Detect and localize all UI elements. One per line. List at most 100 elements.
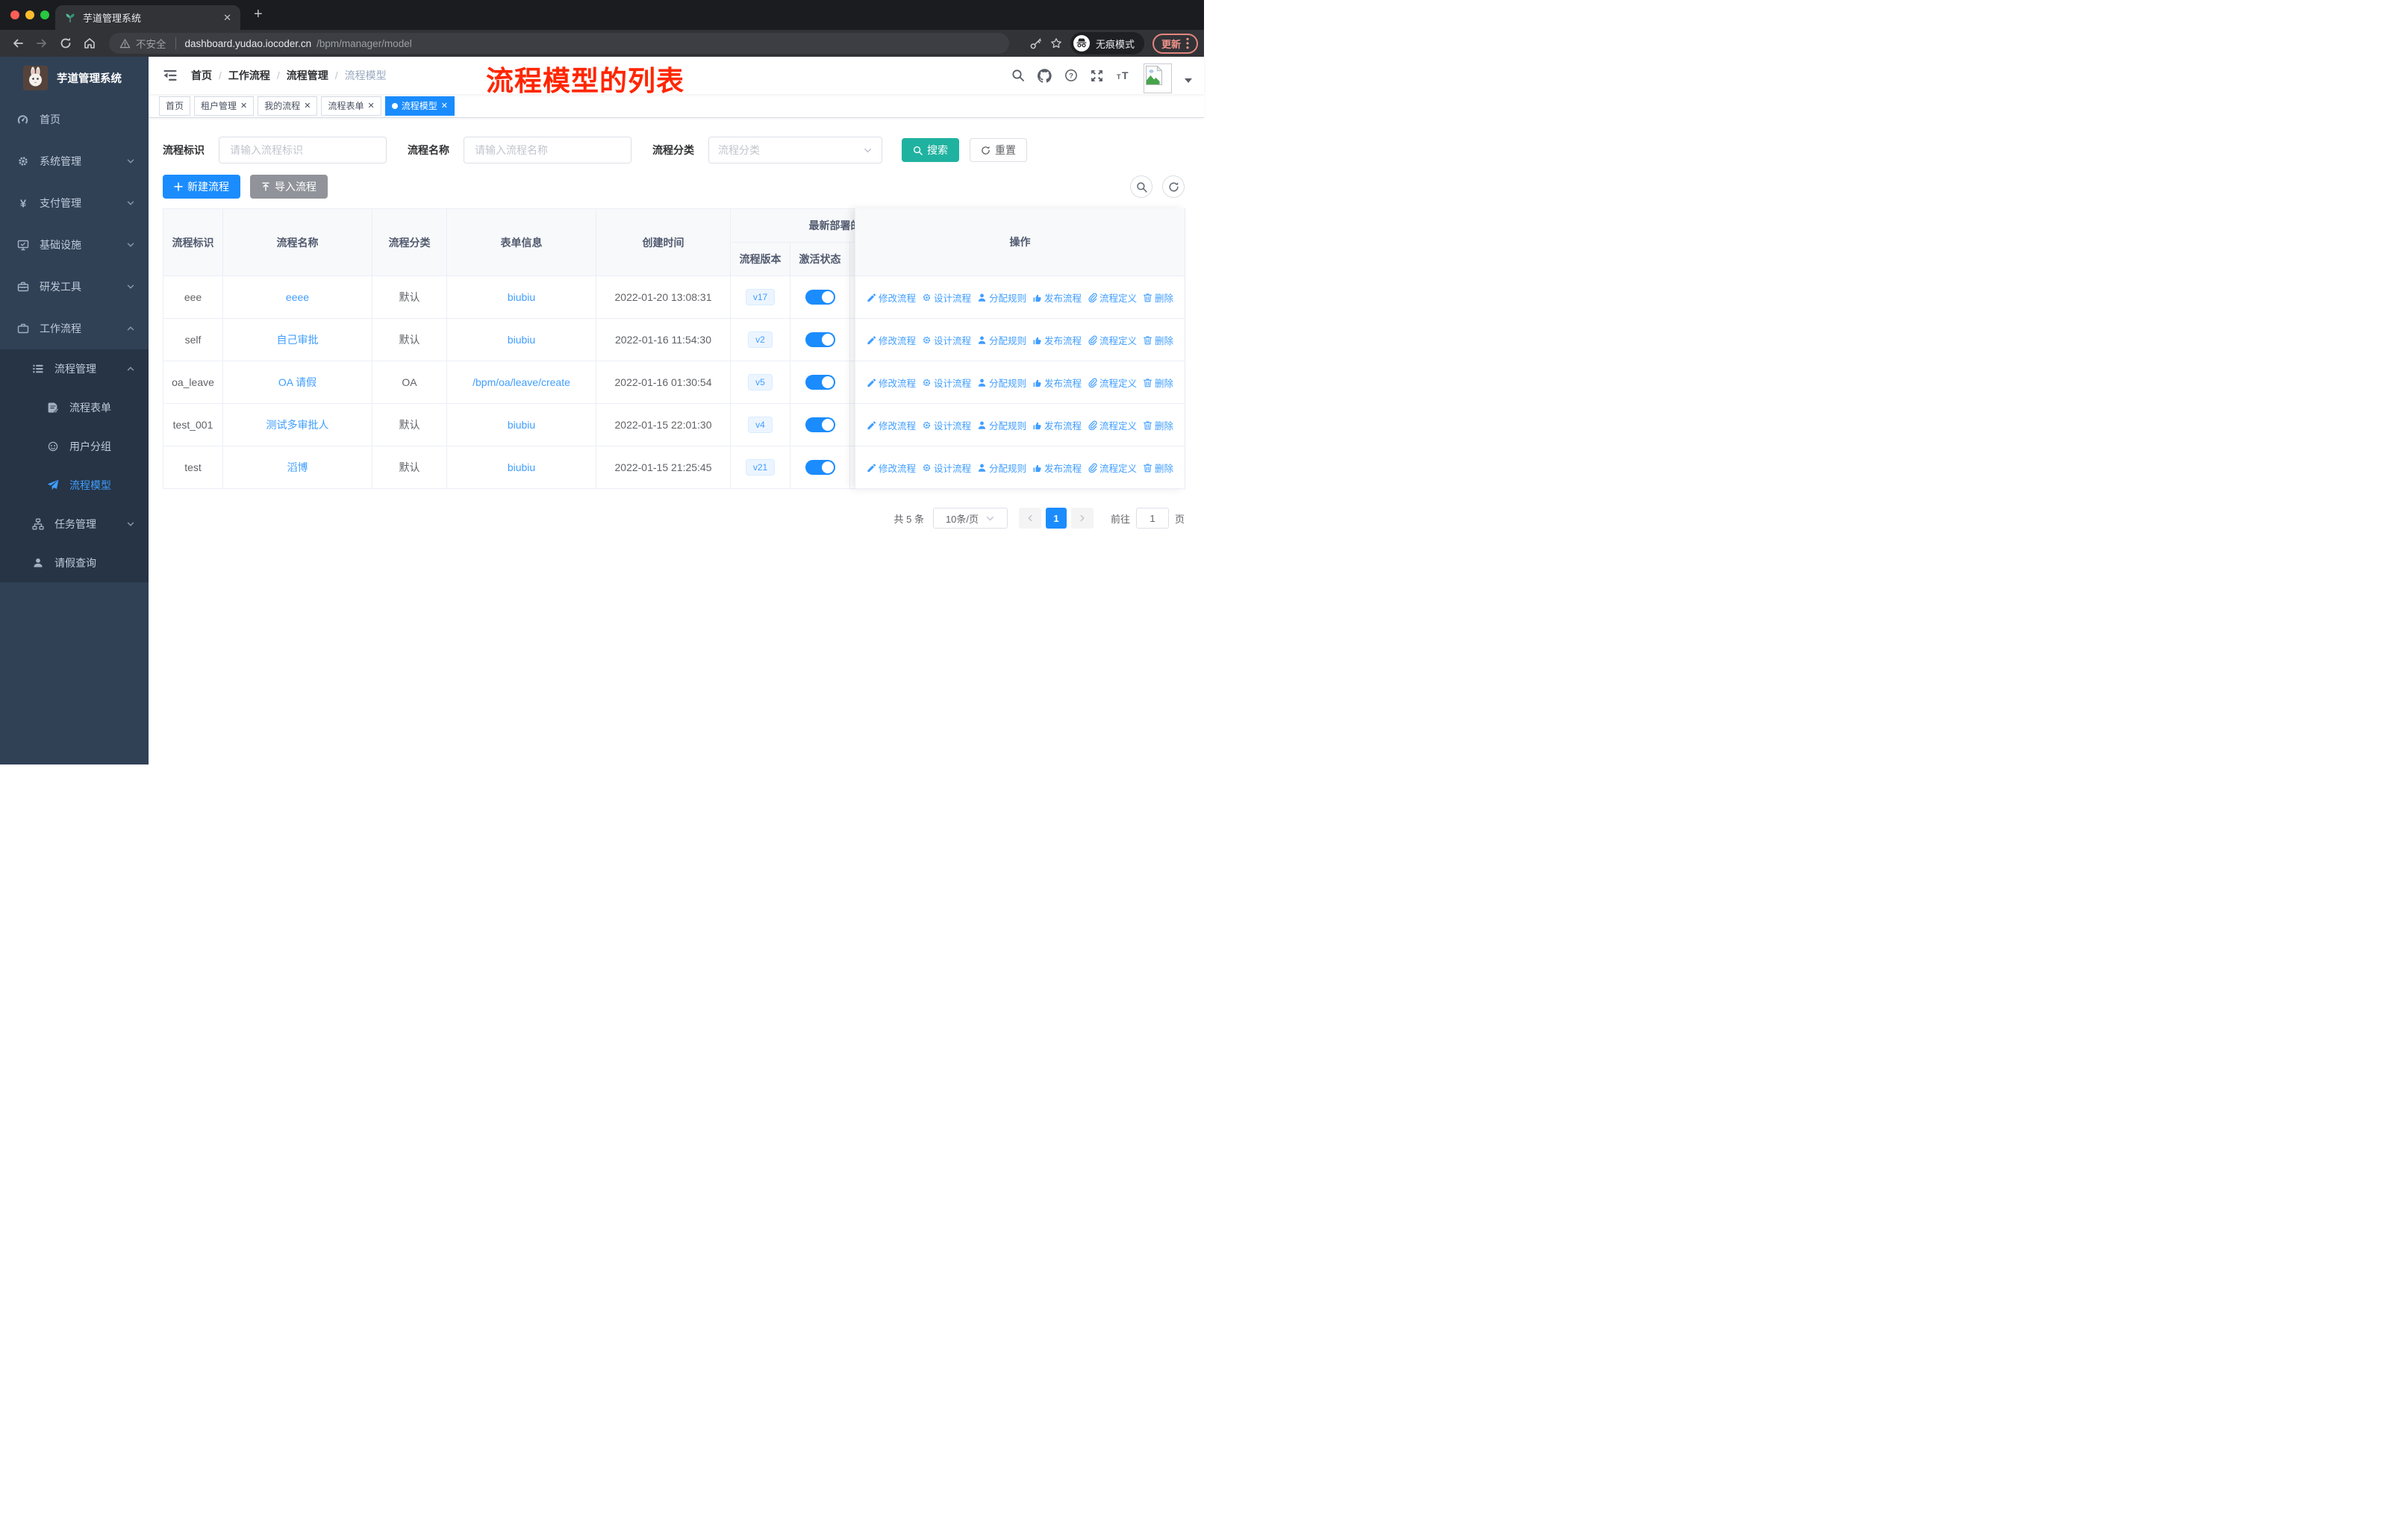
sidebar-item-system[interactable]: 系统管理 xyxy=(0,140,149,182)
tab-my-process[interactable]: 我的流程 ✕ xyxy=(258,96,318,116)
sidebar-item-leave-query[interactable]: 请假查询 xyxy=(0,544,149,582)
sidebar-item-process-model[interactable]: 流程模型 xyxy=(0,466,149,505)
process-name-link[interactable]: eeee xyxy=(286,291,309,303)
home-icon[interactable] xyxy=(83,37,96,50)
action-definition[interactable]: 流程定义 xyxy=(1088,418,1137,432)
action-definition[interactable]: 流程定义 xyxy=(1088,376,1137,390)
action-edit[interactable]: 修改流程 xyxy=(867,418,916,432)
import-process-button[interactable]: 导入流程 xyxy=(250,175,328,199)
active-toggle[interactable] xyxy=(805,290,835,305)
action-assign[interactable]: 分配规则 xyxy=(977,376,1026,390)
action-design[interactable]: 设计流程 xyxy=(922,290,971,305)
create-process-button[interactable]: 新建流程 xyxy=(163,175,240,199)
goto-page-input[interactable] xyxy=(1135,508,1169,529)
action-delete[interactable]: 删除 xyxy=(1143,461,1173,475)
reload-icon[interactable] xyxy=(59,37,72,50)
action-assign[interactable]: 分配规则 xyxy=(977,290,1026,305)
search-button[interactable]: 搜索 xyxy=(902,138,959,162)
sidebar-item-workflow[interactable]: 工作流程 xyxy=(0,308,149,349)
action-assign[interactable]: 分配规则 xyxy=(977,418,1026,432)
avatar-caret-down-icon[interactable] xyxy=(1185,78,1192,83)
action-delete[interactable]: 删除 xyxy=(1143,418,1173,432)
hamburger-icon[interactable] xyxy=(163,68,178,83)
action-assign[interactable]: 分配规则 xyxy=(977,461,1026,475)
action-design[interactable]: 设计流程 xyxy=(922,376,971,390)
action-publish[interactable]: 发布流程 xyxy=(1032,418,1082,432)
category-select[interactable]: 流程分类 xyxy=(708,137,882,164)
page-size-select[interactable]: 10条/页 xyxy=(932,508,1008,529)
browser-tab[interactable]: 芋道管理系统 ✕ xyxy=(55,5,240,30)
font-size-icon[interactable]: TT xyxy=(1116,69,1131,81)
browser-menu-kebab-icon[interactable] xyxy=(1186,37,1189,49)
active-toggle[interactable] xyxy=(805,460,835,475)
close-icon[interactable]: ✕ xyxy=(240,101,247,110)
avatar[interactable] xyxy=(1144,63,1172,93)
breadcrumb-process-manage[interactable]: 流程管理 xyxy=(287,68,328,83)
forward-icon[interactable] xyxy=(35,37,49,50)
active-toggle[interactable] xyxy=(805,332,835,347)
minimize-window-button[interactable] xyxy=(25,10,34,19)
process-name-link[interactable]: OA 请假 xyxy=(278,376,316,388)
action-publish[interactable]: 发布流程 xyxy=(1032,376,1082,390)
active-toggle[interactable] xyxy=(805,375,835,390)
action-publish[interactable]: 发布流程 xyxy=(1032,333,1082,347)
close-icon[interactable]: ✕ xyxy=(441,101,448,110)
reset-button[interactable]: 重置 xyxy=(970,138,1027,162)
help-icon[interactable]: ? xyxy=(1064,69,1078,82)
browser-update-button[interactable]: 更新 xyxy=(1152,33,1198,54)
fullscreen-icon[interactable] xyxy=(1091,69,1103,82)
action-edit[interactable]: 修改流程 xyxy=(867,290,916,305)
form-info-link[interactable]: /bpm/oa/leave/create xyxy=(472,376,570,388)
breadcrumb-home[interactable]: 首页 xyxy=(191,68,212,83)
action-publish[interactable]: 发布流程 xyxy=(1032,461,1082,475)
tab-tenant-manage[interactable]: 租户管理 ✕ xyxy=(194,96,255,116)
sidebar-item-infrastructure[interactable]: 基础设施 xyxy=(0,224,149,266)
action-design[interactable]: 设计流程 xyxy=(922,418,971,432)
action-design[interactable]: 设计流程 xyxy=(922,461,971,475)
sidebar-item-process-manage[interactable]: 流程管理 xyxy=(0,349,149,388)
search-icon[interactable] xyxy=(1011,69,1025,82)
url-bar[interactable]: 不安全 dashboard.yudao.iocoder.cn/bpm/manag… xyxy=(109,33,1009,54)
password-key-icon[interactable] xyxy=(1029,37,1042,50)
close-icon[interactable]: ✕ xyxy=(368,101,375,110)
process-name-link[interactable]: 自己审批 xyxy=(277,334,319,346)
action-definition[interactable]: 流程定义 xyxy=(1088,333,1137,347)
close-window-button[interactable] xyxy=(10,10,19,19)
breadcrumb-workflow[interactable]: 工作流程 xyxy=(228,68,270,83)
prev-page-button[interactable] xyxy=(1018,508,1041,529)
back-icon[interactable] xyxy=(11,37,25,50)
sidebar-item-dev-tools[interactable]: 研发工具 xyxy=(0,266,149,308)
sidebar-item-task-manage[interactable]: 任务管理 xyxy=(0,505,149,544)
github-icon[interactable] xyxy=(1038,68,1052,83)
show-search-button[interactable] xyxy=(1130,175,1152,198)
tab-process-model[interactable]: 流程模型 ✕ xyxy=(384,96,455,116)
bookmark-star-icon[interactable] xyxy=(1050,37,1062,49)
form-info-link[interactable]: biubiu xyxy=(508,291,535,303)
tab-home[interactable]: 首页 xyxy=(159,96,191,116)
action-assign[interactable]: 分配规则 xyxy=(977,333,1026,347)
action-edit[interactable]: 修改流程 xyxy=(867,333,916,347)
action-publish[interactable]: 发布流程 xyxy=(1032,290,1082,305)
sidebar-logo[interactable]: 芋道管理系统 xyxy=(0,57,149,99)
refresh-table-button[interactable] xyxy=(1162,175,1185,198)
action-delete[interactable]: 删除 xyxy=(1143,333,1173,347)
close-icon[interactable]: ✕ xyxy=(304,101,311,110)
action-design[interactable]: 设计流程 xyxy=(922,333,971,347)
action-delete[interactable]: 删除 xyxy=(1143,290,1173,305)
new-tab-button[interactable]: + xyxy=(254,6,263,23)
filter-name-input[interactable] xyxy=(464,137,631,164)
filter-key-input[interactable] xyxy=(219,137,387,164)
tab-close-icon[interactable]: ✕ xyxy=(223,12,231,24)
tab-process-form[interactable]: 流程表单 ✕ xyxy=(321,96,381,116)
action-edit[interactable]: 修改流程 xyxy=(867,461,916,475)
process-name-link[interactable]: 滔博 xyxy=(287,461,308,473)
sidebar-item-payment[interactable]: ¥ 支付管理 xyxy=(0,182,149,224)
action-delete[interactable]: 删除 xyxy=(1143,376,1173,390)
form-info-link[interactable]: biubiu xyxy=(508,461,535,473)
action-edit[interactable]: 修改流程 xyxy=(867,376,916,390)
page-number-button[interactable]: 1 xyxy=(1045,508,1067,529)
action-definition[interactable]: 流程定义 xyxy=(1088,290,1137,305)
form-info-link[interactable]: biubiu xyxy=(508,419,535,431)
sidebar-item-user-group[interactable]: 用户分组 xyxy=(0,427,149,466)
form-info-link[interactable]: biubiu xyxy=(508,334,535,346)
